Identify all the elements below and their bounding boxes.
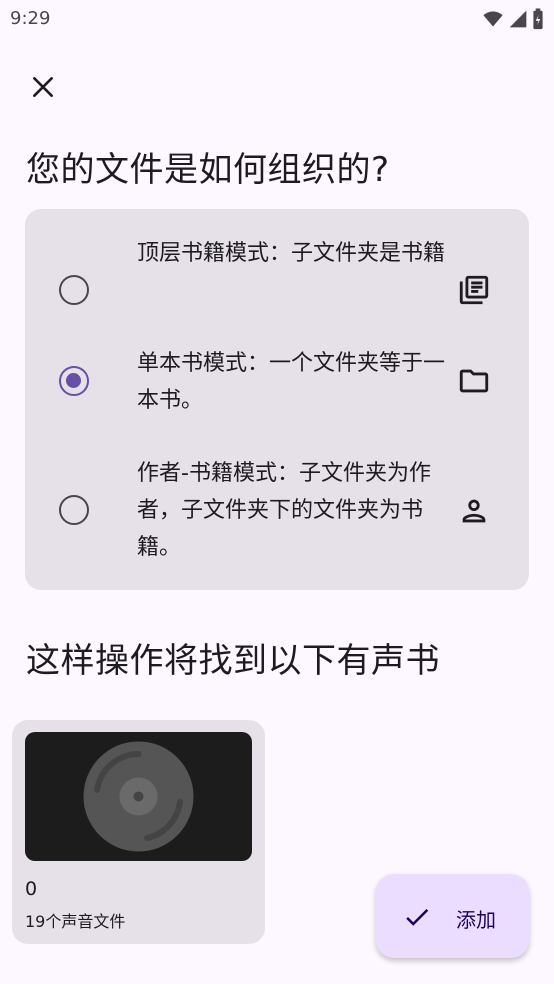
- folder-icon: [459, 369, 489, 393]
- option-label: 作者-书籍模式：子文件夹为作者，子文件夹下的文件夹为书籍。: [137, 461, 431, 560]
- audiobook-cover: [25, 732, 252, 861]
- person-icon: [462, 499, 486, 523]
- audiobook-card[interactable]: 0 19个声音文件: [12, 720, 265, 944]
- close-icon: [33, 77, 53, 97]
- audiobook-title: 0: [25, 878, 38, 900]
- status-time: 9:29: [10, 8, 51, 29]
- question-title: 您的文件是如何组织的?: [26, 150, 390, 190]
- library-books-icon: [459, 275, 489, 305]
- radio-single-book[interactable]: [59, 366, 89, 396]
- battery-icon: [533, 8, 543, 30]
- option-label: 单本书模式：一个文件夹等于一本书。: [137, 351, 446, 413]
- check-icon: [406, 909, 429, 926]
- option-single-book[interactable]: 单本书模式：一个文件夹等于一本书。: [25, 339, 529, 439]
- audiobook-file-count: 19个声音文件: [25, 912, 126, 931]
- radio-author-books[interactable]: [59, 495, 89, 525]
- status-icons: [482, 8, 544, 30]
- found-audiobooks-heading: 这样操作将找到以下有声书: [26, 641, 440, 681]
- wifi-icon: [483, 11, 503, 27]
- organization-options: 顶层书籍模式：子文件夹是书籍 单本书模式：一个文件夹等于一本书。 作者-书籍模式…: [25, 209, 529, 590]
- option-author-books[interactable]: 作者-书籍模式：子文件夹为作者，子文件夹下的文件夹为书籍。: [25, 449, 529, 579]
- radio-top-level-books[interactable]: [59, 275, 89, 305]
- signal-icon: [509, 10, 527, 28]
- option-label: 顶层书籍模式：子文件夹是书籍: [137, 241, 446, 266]
- add-button-label: 添加: [456, 908, 496, 932]
- status-bar: 9:29: [0, 0, 554, 38]
- option-top-level-books[interactable]: 顶层书籍模式：子文件夹是书籍: [25, 229, 529, 329]
- screen: 9:29 您的文件是如何组织的? 顶层书籍模式：子文件夹是书籍 单本书模式：一个…: [0, 0, 554, 984]
- disc-icon: [83, 741, 194, 852]
- add-button[interactable]: 添加: [376, 874, 529, 958]
- close-button[interactable]: [22, 66, 64, 108]
